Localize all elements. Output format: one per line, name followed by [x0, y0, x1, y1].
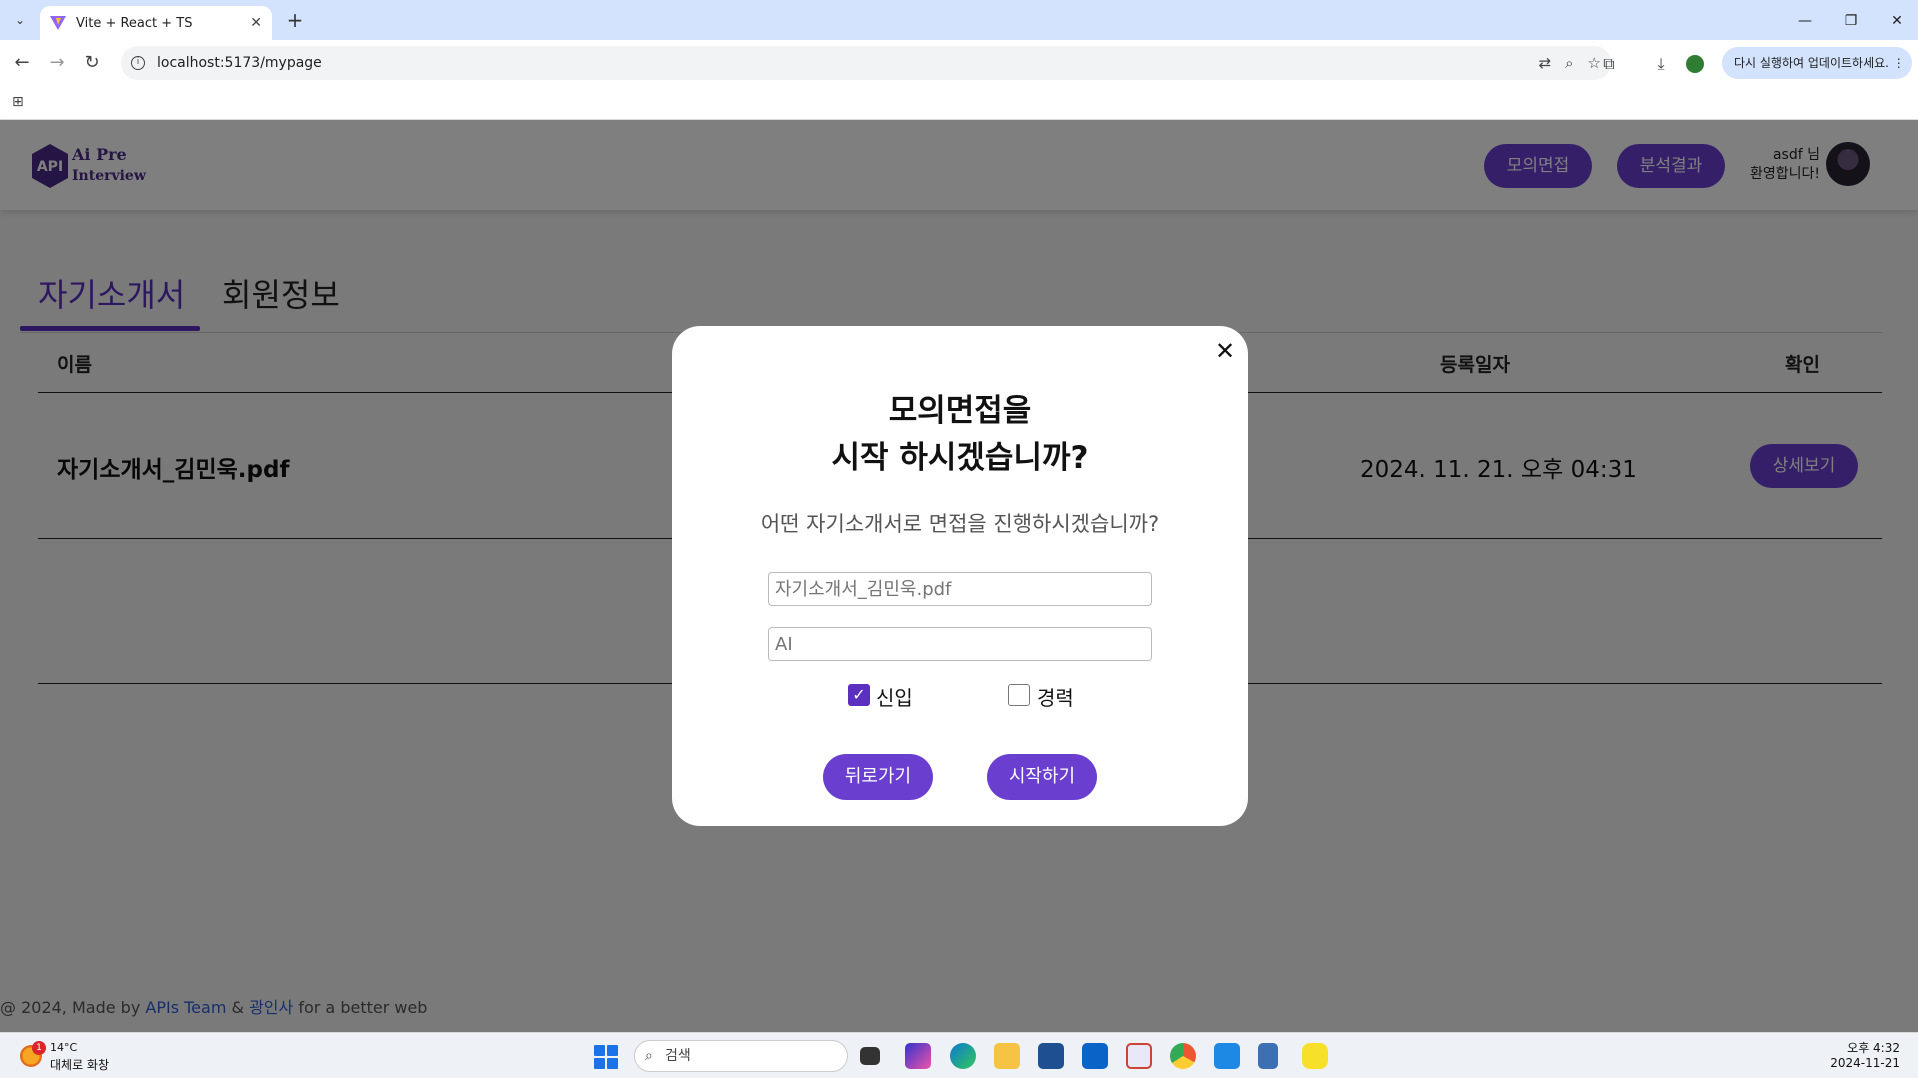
browser-tab[interactable]: Vite + React + TS ✕ [40, 6, 272, 40]
back-button[interactable]: 뒤로가기 [823, 754, 933, 800]
address-toolbar: ← → ↻ i localhost:5173/mypage ⇄ ⌕ ☆ ⧉ ⤓ … [0, 40, 1918, 86]
update-text: 다시 실행하여 업데이트하세요. [1734, 56, 1889, 70]
vite-favicon-icon [50, 16, 66, 30]
taskbar-search[interactable]: ⌕ 검색 [634, 1040, 848, 1072]
start-interview-modal: ✕ 모의면접을 시작 하시겠습니까? 어떤 자기소개서로 면접을 진행하시겠습니… [672, 326, 1248, 826]
bookmarks-bar: ⊞ [0, 86, 1918, 120]
snipping-tool-icon[interactable] [1126, 1043, 1152, 1069]
modal-subtitle: 어떤 자기소개서로 면접을 진행하시겠습니까? [760, 512, 1160, 536]
newcomer-checkbox[interactable]: ✓ [848, 684, 870, 706]
minimize-icon[interactable]: — [1790, 8, 1820, 34]
profile-icon[interactable] [1686, 55, 1704, 73]
reload-icon[interactable]: ↻ [80, 51, 104, 75]
close-icon[interactable]: ✕ [1212, 338, 1238, 364]
edge-icon[interactable] [950, 1043, 976, 1069]
clock-date[interactable]: 2024-11-21 [1830, 1056, 1900, 1070]
restore-icon[interactable]: ❐ [1836, 8, 1866, 34]
store-icon[interactable] [1038, 1043, 1064, 1069]
forward-arrow-icon[interactable]: → [45, 51, 69, 75]
clock-time[interactable]: 오후 4:32 [1846, 1039, 1900, 1056]
newcomer-label: 신입 [876, 686, 913, 710]
download-icon[interactable]: ⤓ [1650, 53, 1672, 75]
kakaotalk-icon[interactable] [1302, 1043, 1328, 1069]
window-close-icon[interactable]: ✕ [1882, 8, 1912, 34]
weather-temperature: 14°C [50, 1041, 78, 1054]
tab-search-icon[interactable]: ⌄ [8, 9, 32, 31]
taskbar-search-text: 검색 [665, 1048, 691, 1064]
modal-title: 모의면접을 시작 하시겠습니까? [672, 388, 1248, 482]
windows-start-icon[interactable] [594, 1045, 618, 1069]
browser-tab-strip: ⌄ Vite + React + TS ✕ + — ❐ ✕ [0, 0, 1918, 40]
tab-title: Vite + React + TS [76, 15, 193, 31]
zoom-icon[interactable]: ⌕ [1565, 54, 1573, 72]
apps-grid-icon[interactable]: ⊞ [12, 94, 24, 110]
outlook-icon[interactable] [1082, 1043, 1108, 1069]
modal-title-line1: 모의면접을 [888, 393, 1032, 429]
weather-badge: 1 [32, 1041, 46, 1055]
start-button[interactable]: 시작하기 [987, 754, 1097, 800]
chrome-icon[interactable] [1170, 1043, 1196, 1069]
address-bar[interactable]: i localhost:5173/mypage ⇄ ⌕ ☆ [121, 46, 1611, 80]
search-icon: ⌕ [645, 1048, 653, 1064]
weather-description: 대체로 화창 [50, 1058, 110, 1072]
update-button[interactable]: 다시 실행하여 업데이트하세요. ⋮ [1722, 47, 1912, 79]
task-view-icon[interactable] [860, 1047, 880, 1065]
modal-title-line2: 시작 하시겠습니까? [831, 440, 1089, 476]
new-tab-button[interactable]: + [282, 8, 308, 34]
experienced-label: 경력 [1037, 686, 1074, 710]
job-field-input[interactable] [768, 627, 1152, 661]
notepad-icon[interactable] [1258, 1043, 1278, 1069]
experienced-checkbox[interactable] [1008, 684, 1030, 706]
translate-icon[interactable]: ⇄ [1539, 54, 1552, 72]
copilot-icon[interactable] [905, 1043, 931, 1069]
file-explorer-icon[interactable] [994, 1043, 1020, 1069]
resume-select-input[interactable] [768, 572, 1152, 606]
extensions-icon[interactable]: ⧉ [1598, 53, 1620, 75]
back-arrow-icon[interactable]: ← [10, 51, 34, 75]
tab-close-icon[interactable]: ✕ [250, 15, 262, 31]
windows-taskbar: 1 14°C 대체로 화창 ⌕ 검색 오후 4:32 2024-11-21 [0, 1032, 1918, 1078]
url-text[interactable]: localhost:5173/mypage [157, 55, 322, 71]
vscode-icon[interactable] [1214, 1043, 1240, 1069]
site-info-icon[interactable]: i [131, 56, 145, 70]
